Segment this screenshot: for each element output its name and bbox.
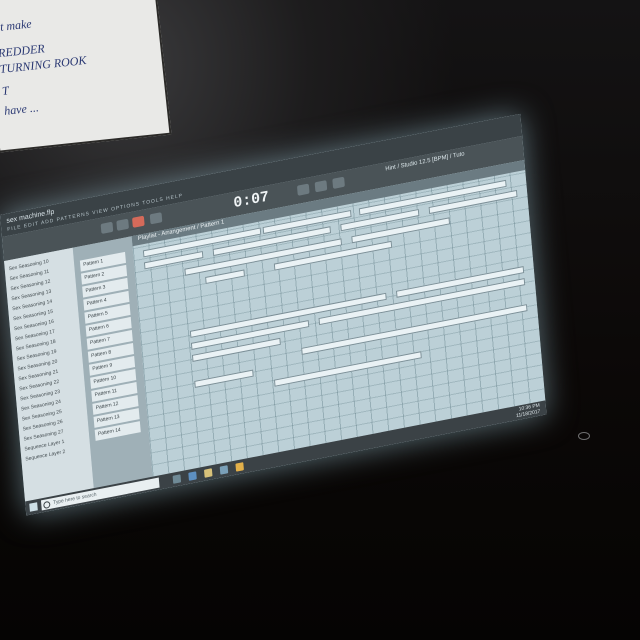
fl-studio-icon[interactable]: [235, 462, 244, 472]
note-line: have ...: [3, 100, 40, 118]
task-view-icon[interactable]: [172, 474, 182, 484]
tv-power-indicator: [578, 432, 590, 440]
handwritten-note: st make REDDER TURNING ROOK T have ...: [0, 0, 172, 153]
file-explorer-icon[interactable]: [203, 468, 213, 478]
note-line: T: [1, 83, 10, 98]
windows-start-icon[interactable]: [29, 502, 38, 512]
store-icon[interactable]: [219, 465, 229, 475]
note-line: st make: [0, 16, 33, 35]
edge-browser-icon[interactable]: [188, 471, 197, 481]
